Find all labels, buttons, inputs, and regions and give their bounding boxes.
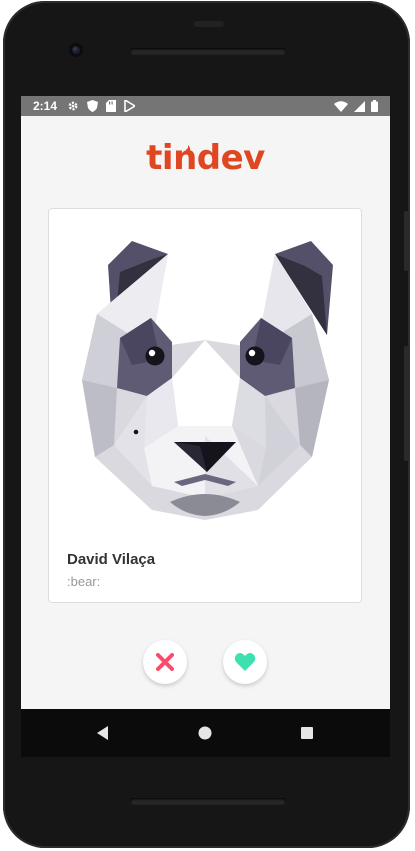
signal-icon [354, 100, 365, 112]
profile-card[interactable]: David Vilaça :bear: [48, 208, 362, 603]
wifi-icon [334, 100, 348, 112]
gear-icon [67, 100, 79, 112]
panda-avatar [82, 241, 333, 520]
play-icon [124, 100, 135, 112]
like-button[interactable] [223, 640, 267, 684]
shield-icon [87, 100, 98, 112]
app-screen: 2:14 tindev David Vilaça:bear: [21, 96, 390, 757]
power-button [404, 211, 409, 271]
app-logo: tindev [146, 138, 265, 178]
front-camera [69, 43, 83, 57]
flame-icon [186, 145, 191, 153]
status-bar: 2:14 [21, 96, 390, 116]
navigation-bar [21, 709, 390, 757]
close-icon [156, 653, 174, 671]
battery-icon [371, 100, 378, 112]
heart-icon [234, 653, 256, 671]
recents-icon[interactable] [297, 723, 317, 743]
dislike-button[interactable] [143, 640, 187, 684]
proximity-sensor [194, 21, 224, 27]
bottom-speaker [130, 798, 286, 805]
volume-button [404, 346, 409, 461]
sd-card-icon [106, 100, 116, 112]
home-icon[interactable] [195, 723, 215, 743]
back-icon[interactable] [94, 723, 114, 743]
profile-name: David Vilaça [67, 551, 156, 568]
status-time: 2:14 [33, 99, 58, 113]
profile-avatar [50, 210, 360, 528]
earpiece-speaker [130, 48, 286, 55]
profile-bio: :bear: [67, 574, 101, 589]
